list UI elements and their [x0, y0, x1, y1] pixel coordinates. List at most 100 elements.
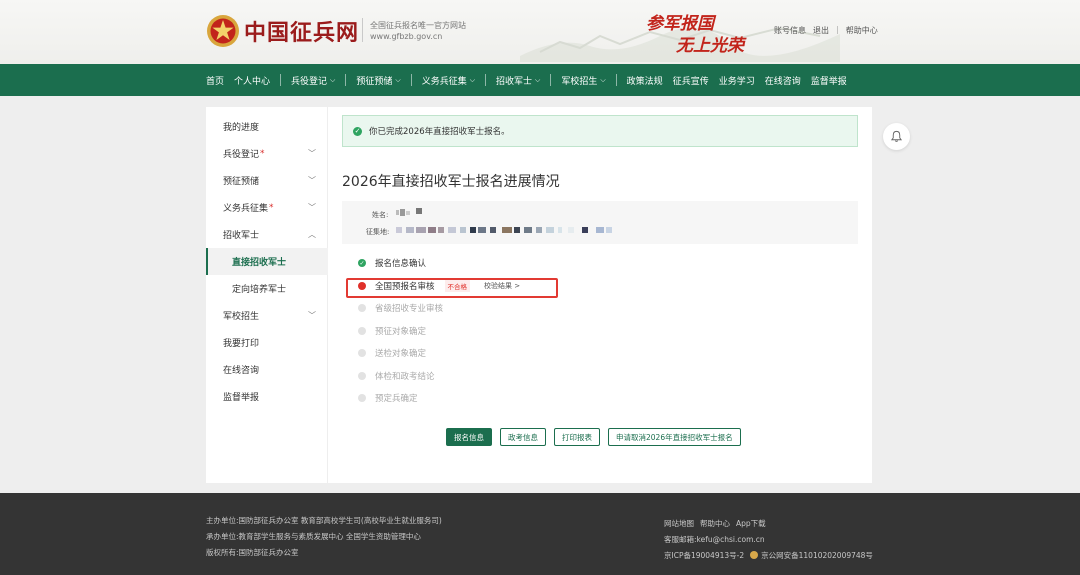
- sidebar-item[interactable]: 定向培养军士: [206, 275, 328, 302]
- step-pending-icon: [358, 304, 366, 312]
- sidebar-item[interactable]: 义务兵征集 * ﹀: [206, 194, 328, 221]
- nav-item[interactable]: 在线咨询: [765, 74, 801, 87]
- nav-separator: [615, 74, 617, 86]
- nav-items: 首页 个人中心 兵役登记 ⌵ 预征预储 ⌵ 义务兵征集 ⌵ 招收军士 ⌵ 军校招生 ⌵ 政策法规 征兵宣传…: [206, 64, 857, 96]
- required-marker: *: [260, 148, 265, 159]
- sidebar-item[interactable]: 在线咨询: [206, 356, 328, 383]
- nav-item-label: 兵役登记: [291, 76, 328, 87]
- footer-icp: 京ICP备19004913号-2 京公网安备11010202009748号: [664, 547, 873, 563]
- nav-item[interactable]: 政策法规: [627, 74, 663, 87]
- help-center-link[interactable]: 帮助中心: [846, 25, 878, 36]
- progress-step: 预征对象确定: [358, 323, 426, 339]
- app-download-link[interactable]: App下载: [736, 518, 766, 529]
- nav-separator: [280, 74, 282, 86]
- chevron-down-icon: ⌵: [395, 75, 401, 84]
- nav-separator: [345, 74, 347, 86]
- nav-item[interactable]: 首页: [206, 74, 224, 87]
- step-label: 报名信息确认: [375, 259, 427, 269]
- nav-item[interactable]: 个人中心: [234, 74, 270, 87]
- nav-item[interactable]: 义务兵征集 ⌵: [422, 74, 475, 87]
- sidebar-item[interactable]: 监督举报: [206, 383, 328, 410]
- page-title: 2026年直接招收军士报名进展情况: [342, 174, 560, 190]
- nav-item-label: 首页: [206, 76, 225, 87]
- nav-item[interactable]: 招收军士 ⌵: [496, 74, 540, 87]
- icp-link[interactable]: 京ICP备19004913号-2: [664, 550, 744, 561]
- bell-icon: [890, 130, 903, 142]
- nav-item-label: 在线咨询: [764, 76, 801, 87]
- sidebar-item-label: 定向培养军士: [232, 285, 287, 295]
- logo-divider: [362, 18, 363, 42]
- progress-step: 送检对象确定: [358, 345, 426, 361]
- action-buttons: 报名信息 政考信息 打印报表 申请取消2026年直接招收军士报名: [446, 428, 749, 446]
- redacted-name: [396, 208, 422, 216]
- step-label: 体检和政考结论: [375, 371, 435, 382]
- nav-item-label: 业务学习: [718, 76, 755, 87]
- progress-step: 体检和政考结论: [358, 368, 435, 384]
- sidebar-item[interactable]: 兵役登记 * ﹀: [206, 140, 328, 167]
- footer-left: 主办单位:国防部征兵办公室 教育部高校学生司(高校毕业生就业服务司) 承办单位:…: [206, 515, 442, 563]
- nav-separator: [410, 74, 412, 86]
- sidebar-item[interactable]: 招收军士 ︿: [206, 221, 328, 248]
- sidebar-item-label: 招收军士: [223, 231, 260, 241]
- sidebar-item-label: 义务兵征集: [223, 204, 269, 214]
- step-done-icon: ✓: [358, 259, 366, 267]
- progress-step: 省级招收专业审核: [358, 300, 443, 316]
- notification-bell-icon[interactable]: [883, 123, 910, 150]
- site-subtitle: 全国征兵报名唯一官方网站: [370, 21, 466, 30]
- chevron-down-icon: ⌵: [600, 75, 606, 84]
- logout-link[interactable]: 退出: [813, 25, 829, 36]
- site-logo-text[interactable]: 中国征兵网: [244, 15, 359, 47]
- political-review-button[interactable]: 政考信息: [500, 428, 546, 446]
- sitemap-link[interactable]: 网站地图: [664, 518, 694, 529]
- cancel-registration-button[interactable]: 申请取消2026年直接招收军士报名: [608, 428, 741, 446]
- main-card: 我的进度 兵役登记 * ﹀ 预征预储 ﹀ 义务兵征集 * ﹀ 招收军士 ︿ 直接招收军士 定向培养军士军…: [206, 107, 872, 483]
- sidebar-item[interactable]: 军校招生 ﹀: [206, 302, 328, 329]
- emblem-icon: [207, 15, 239, 47]
- sidebar-item[interactable]: 直接招收军士: [206, 248, 328, 275]
- police-record-link[interactable]: 京公网安备11010202009748号: [761, 550, 873, 561]
- nav-item-label: 预征预储: [356, 76, 393, 87]
- sidebar-item[interactable]: 我的进度: [206, 113, 328, 140]
- main-nav: 首页 个人中心 兵役登记 ⌵ 预征预储 ⌵ 义务兵征集 ⌵ 招收军士 ⌵ 军校招生 ⌵ 政策法规 征兵宣传…: [0, 64, 1080, 96]
- nav-item-label: 政策法规: [626, 76, 663, 87]
- nav-item[interactable]: 军校招生 ⌵: [561, 74, 605, 87]
- step-pending-icon: [358, 349, 366, 357]
- nav-separator: [550, 74, 552, 86]
- applicant-info-box: 姓名: 征集地:: [342, 201, 858, 244]
- sidebar-item[interactable]: 我要打印: [206, 329, 328, 356]
- nav-item[interactable]: 监督举报: [811, 74, 847, 87]
- nav-item[interactable]: 预征预储 ⌵: [356, 74, 400, 87]
- sidebar-item-label: 监督举报: [223, 393, 260, 403]
- print-report-button[interactable]: 打印报表: [554, 428, 600, 446]
- account-info-link[interactable]: 账号信息: [774, 25, 806, 36]
- sidebar-item-label: 军校招生: [223, 312, 260, 322]
- required-marker: *: [269, 202, 274, 213]
- nav-item[interactable]: 征兵宣传: [673, 74, 709, 87]
- nav-item-label: 监督举报: [810, 76, 847, 87]
- site-footer: 主办单位:国防部征兵办公室 教育部高校学生司(高校毕业生就业服务司) 承办单位:…: [0, 493, 1080, 575]
- step-label: 预定兵确定: [375, 394, 418, 404]
- police-badge-icon: [750, 551, 759, 559]
- region-label: 征集地:: [366, 228, 390, 236]
- registration-info-button[interactable]: 报名信息: [446, 428, 492, 446]
- nav-item[interactable]: 兵役登记 ⌵: [291, 74, 335, 87]
- progress-step: ✓ 报名信息确认: [358, 255, 426, 271]
- sidebar-item-label: 直接招收军士: [232, 258, 287, 268]
- header-links: 账号信息 退出 | 帮助中心: [774, 25, 885, 36]
- footer-links: 网站地图 帮助中心 App下载: [664, 515, 873, 531]
- footer-organizer: 承办单位:教育部学生服务与素质发展中心 全国学生资助管理中心: [206, 532, 421, 541]
- nav-item-label: 义务兵征集: [421, 76, 467, 87]
- sidebar-item[interactable]: 预征预储 ﹀: [206, 167, 328, 194]
- site-domain: www.gfbzb.gov.cn: [370, 32, 443, 41]
- step-pending-icon: [358, 326, 366, 335]
- failed-step-highlight: [346, 278, 558, 298]
- chevron-down-icon: ﹀: [308, 149, 316, 158]
- nav-item-label: 招收军士: [496, 76, 533, 87]
- step-pending-icon: [358, 394, 366, 402]
- nav-item-label: 军校招生: [561, 76, 598, 87]
- notice-text: 你已完成2026年直接招收军士报名。: [369, 127, 510, 137]
- redacted-region: [396, 227, 612, 233]
- footer-sponsor: 主办单位:国防部征兵办公室 教育部高校学生司(高校毕业生就业服务司): [206, 516, 442, 525]
- footer-help-link[interactable]: 帮助中心: [700, 518, 730, 529]
- nav-item[interactable]: 业务学习: [719, 74, 755, 87]
